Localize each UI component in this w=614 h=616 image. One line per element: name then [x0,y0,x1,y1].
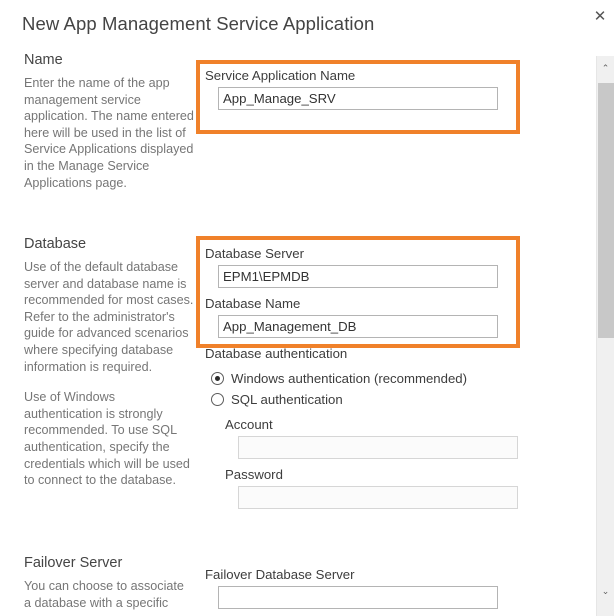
radio-sql-authentication-icon[interactable] [211,393,224,406]
name-section-description: Enter the name of the app management ser… [24,76,194,190]
radio-windows-authentication[interactable]: Windows authentication (recommended) [211,371,525,386]
name-section-description-column: Name Enter the name of the app managemen… [24,52,194,205]
database-name-label: Database Name [205,296,301,311]
page-title: New App Management Service Application [22,13,375,34]
dialog-content: Name Enter the name of the app managemen… [0,46,596,616]
failover-section-description-column: Failover Server You can choose to associ… [24,555,194,616]
database-server-label: Database Server [205,246,304,261]
password-label: Password [225,467,283,482]
chevron-down-icon[interactable]: ⌄ [597,584,614,601]
scrollbar-thumb[interactable] [598,83,614,338]
account-field-group: Account [225,417,525,459]
database-section-fields: Database Server Database Name Database a… [205,246,525,517]
failover-section-fields: Failover Database Server [205,567,525,616]
radio-windows-authentication-icon[interactable] [211,372,224,385]
database-name-input[interactable] [218,315,498,338]
password-field-group: Password [225,467,525,509]
radio-sql-authentication-label: SQL authentication [231,392,343,407]
vertical-scrollbar[interactable]: ⌃ ⌄ [596,56,614,616]
database-section-description-2: Use of Windows authentication is strongl… [24,390,190,488]
failover-database-server-label: Failover Database Server [205,567,355,582]
failover-database-server-input[interactable] [218,586,498,609]
database-authentication-label: Database authentication [205,346,348,361]
failover-section-heading: Failover Server [24,555,123,571]
database-section-description-column: Database Use of the default database ser… [24,236,194,503]
new-app-management-service-application-dialog: New App Management Service Application ✕… [0,0,614,616]
account-input[interactable] [238,436,518,459]
name-section-fields: Service Application Name [205,68,525,118]
service-application-name-label: Service Application Name [205,68,356,83]
failover-section-description: You can choose to associate a database w… [24,579,184,610]
name-section-heading: Name [24,52,63,68]
database-server-input[interactable] [218,265,498,288]
chevron-up-icon[interactable]: ⌃ [597,61,614,78]
database-section-description: Use of the default database server and d… [24,260,194,374]
dialog-titlebar: New App Management Service Application ✕ [0,0,614,46]
database-section-heading: Database [24,236,87,252]
service-application-name-input[interactable] [218,87,498,110]
close-icon[interactable]: ✕ [591,7,609,25]
password-input[interactable] [238,486,518,509]
radio-sql-authentication[interactable]: SQL authentication [211,392,525,407]
radio-windows-authentication-label: Windows authentication (recommended) [231,371,468,386]
account-label: Account [225,417,273,432]
